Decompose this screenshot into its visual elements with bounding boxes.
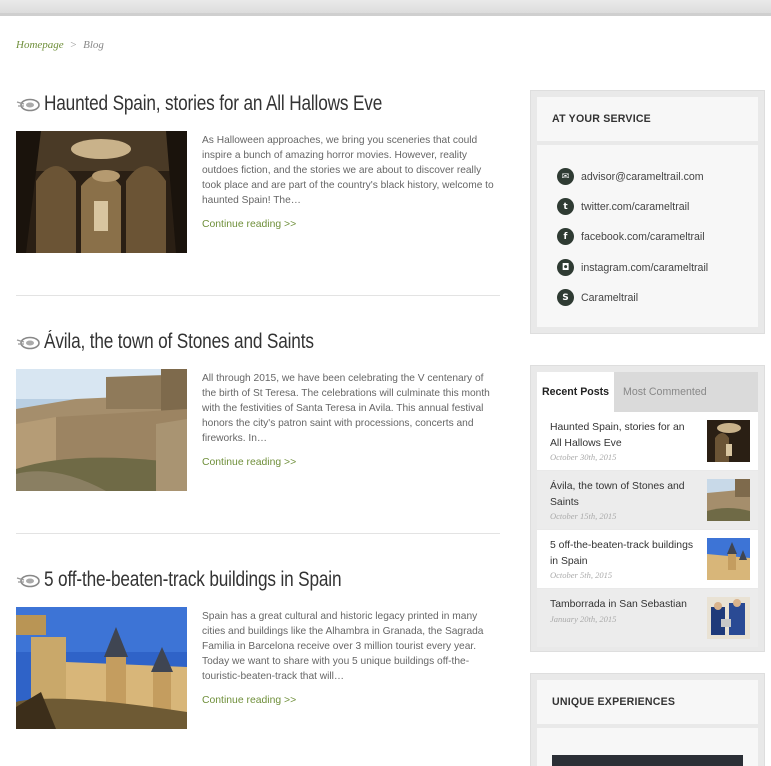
recent-post-title[interactable]: Haunted Spain, stories for an All Hallow… [550,420,695,451]
recent-post-item[interactable]: Tamborrada in San Sebastian January 20th… [537,589,758,647]
post-divider [16,295,500,296]
breadcrumb-current: Blog [83,39,104,51]
recent-post-title[interactable]: 5 off-the-beaten-track buildings in Spai… [550,538,695,569]
recent-post-date: January 20th, 2015 [550,614,617,624]
service-item-text: facebook.com/carameltrail [581,230,705,243]
post-thumbnail[interactable] [16,369,187,491]
post-title-link[interactable]: Ávila, the town of Stones and Saints [44,330,314,354]
continue-reading-link[interactable]: Continue reading >> [202,695,296,706]
recent-posts-widget: Recent Posts Most Commented Haunted Spai… [530,365,765,652]
twitter-icon: t [557,198,574,215]
unique-experiences-title: UNIQUE EXPERIENCES [552,696,676,708]
breadcrumb: Homepage > Blog [16,39,104,51]
service-item-twitter[interactable]: t twitter.com/carameltrail [557,198,689,215]
recent-post-thumbnail[interactable] [707,538,750,580]
breadcrumb-separator: > [69,39,78,51]
post-bullet-icon [16,336,40,350]
post-excerpt: Spain has a great cultural and historic … [202,611,484,682]
post-excerpt: As Halloween approaches, we bring you sc… [202,135,494,206]
post-divider [16,533,500,534]
skype-icon: S [557,289,574,306]
top-header-strip [0,0,771,16]
email-icon: ✉ [557,168,574,185]
post-title-link[interactable]: Haunted Spain, stories for an All Hallow… [44,92,382,116]
recent-post-title[interactable]: Tamborrada in San Sebastian [550,597,695,613]
recent-post-date: October 15th, 2015 [550,511,617,521]
service-item-text: twitter.com/carameltrail [581,200,690,213]
experience-image[interactable] [552,755,743,766]
post-thumbnail[interactable] [16,131,187,253]
recent-post-date: October 5th, 2015 [550,570,613,580]
post-excerpt: All through 2015, we have been celebrati… [202,373,490,444]
blog-post: Haunted Spain, stories for an All Hallow… [16,89,500,253]
service-widget: AT YOUR SERVICE ✉ advisor@carameltrail.c… [530,90,765,334]
service-item-text: instagram.com/carameltrail [581,261,709,274]
post-bullet-icon [16,98,40,112]
recent-post-thumbnail[interactable] [707,420,750,462]
post-bullet-icon [16,574,40,588]
breadcrumb-home-link[interactable]: Homepage [16,39,64,51]
recent-post-item[interactable]: Haunted Spain, stories for an All Hallow… [537,412,758,470]
continue-reading-link[interactable]: Continue reading >> [202,457,296,468]
service-item-text: Carameltrail [581,291,639,304]
recent-post-title[interactable]: Ávila, the town of Stones and Saints [550,479,695,510]
service-item-instagram[interactable]: ◘ instagram.com/carameltrail [557,259,708,276]
post-title-link[interactable]: 5 off-the-beaten-track buildings in Spai… [44,568,342,592]
recent-post-item[interactable]: 5 off-the-beaten-track buildings in Spai… [537,530,758,588]
instagram-icon: ◘ [557,259,574,276]
unique-experiences-widget: UNIQUE EXPERIENCES [530,673,765,766]
service-item-skype[interactable]: S Carameltrail [557,289,638,306]
service-widget-title: AT YOUR SERVICE [552,113,651,125]
blog-post: Ávila, the town of Stones and Saints All… [16,327,500,491]
recent-post-thumbnail[interactable] [707,479,750,521]
recent-post-date: October 30th, 2015 [550,452,617,462]
recent-post-thumbnail[interactable] [707,597,750,639]
service-list: ✉ advisor@carameltrail.com t twitter.com… [537,145,758,327]
service-item-text: advisor@carameltrail.com [581,170,704,183]
continue-reading-link[interactable]: Continue reading >> [202,219,296,230]
recent-post-item[interactable]: Ávila, the town of Stones and Saints Oct… [537,471,758,529]
post-thumbnail[interactable] [16,607,187,729]
blog-post: 5 off-the-beaten-track buildings in Spai… [16,565,500,729]
service-item-email[interactable]: ✉ advisor@carameltrail.com [557,168,704,185]
service-item-facebook[interactable]: f facebook.com/carameltrail [557,228,705,245]
facebook-icon: f [557,228,574,245]
tab-bar: Recent Posts Most Commented [537,372,758,412]
unique-experiences-content [537,728,758,766]
tab-recent-posts[interactable]: Recent Posts [537,372,614,412]
tab-most-commented[interactable]: Most Commented [617,372,707,412]
